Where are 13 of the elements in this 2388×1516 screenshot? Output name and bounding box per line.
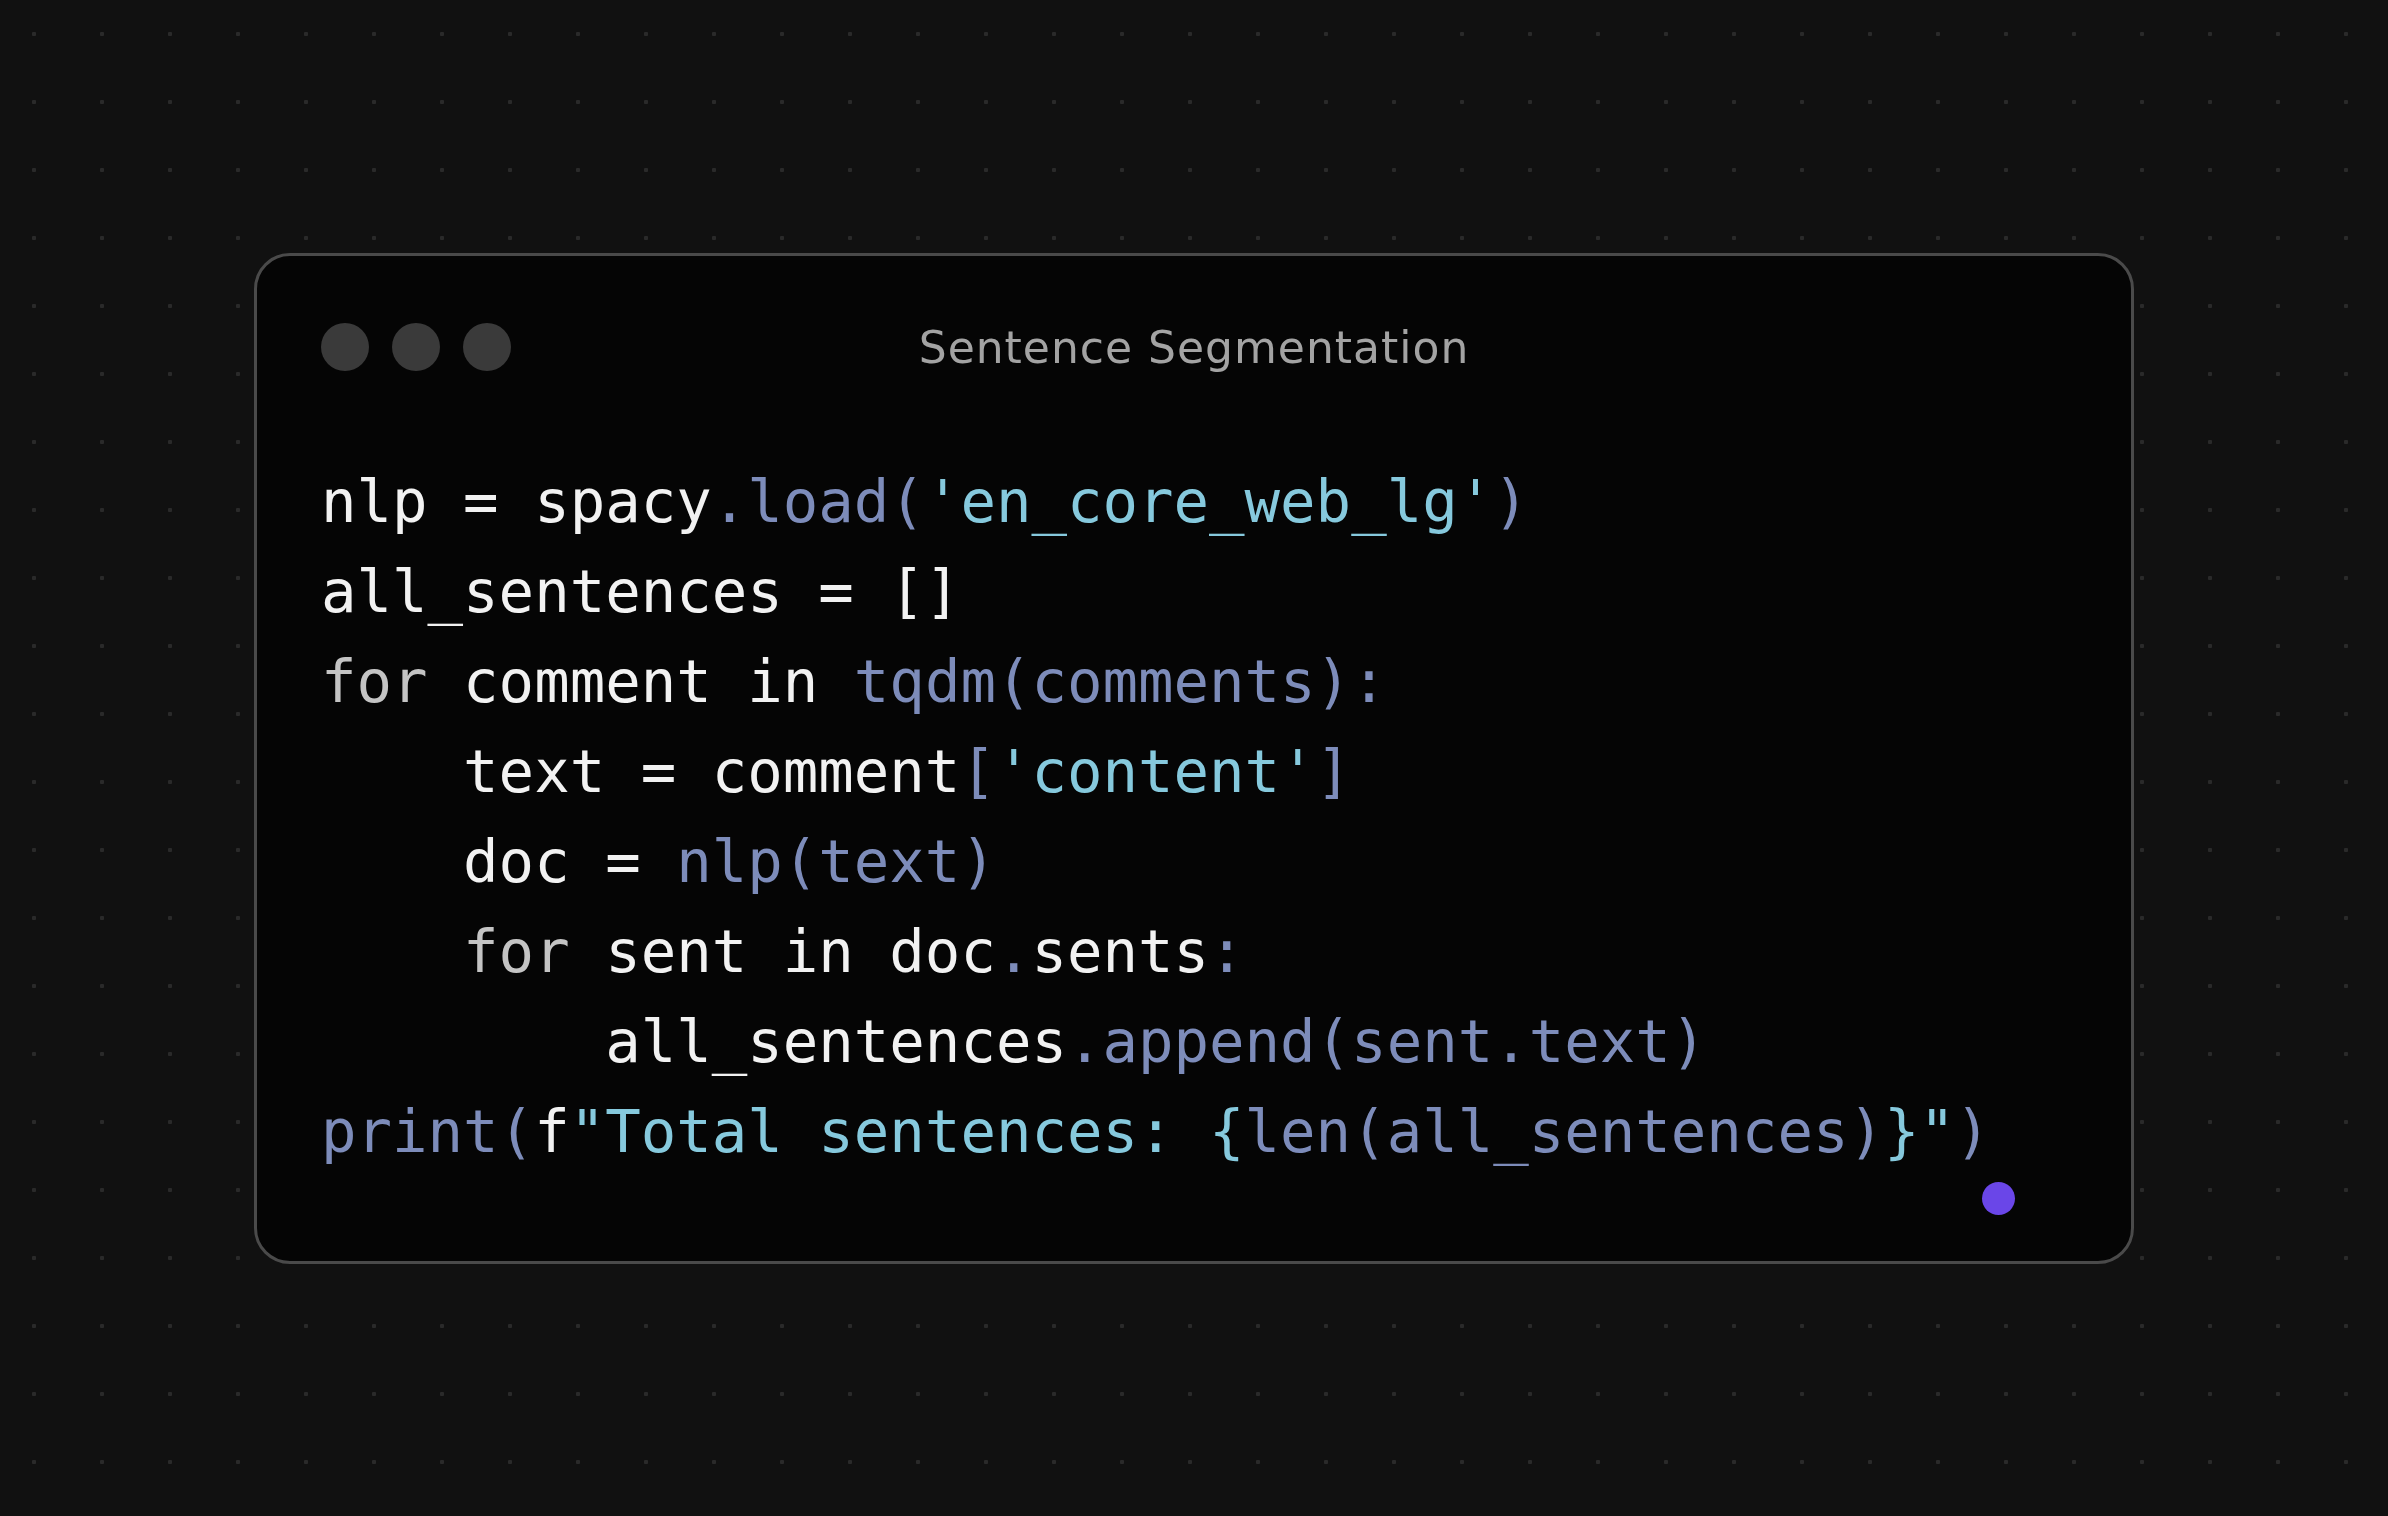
code-line: for sent in doc.sents: <box>462 915 1245 988</box>
code-line: all_sentences = [] <box>321 555 961 628</box>
code-line: doc = nlp(text) <box>462 825 996 898</box>
code-line: for comment in tqdm(comments): <box>321 645 1387 718</box>
window-title: Sentence Segmentation <box>918 321 1470 373</box>
code-line: text = comment['content'] <box>462 735 1352 808</box>
code-line: all_sentences.append(sent.text) <box>604 1005 1707 1078</box>
window-dot <box>463 323 511 371</box>
window-dot <box>321 323 369 371</box>
window-dot <box>392 323 440 371</box>
accent-dot <box>1982 1181 2015 1215</box>
code-line: nlp = spacy.load('en_core_web_lg') <box>321 465 1529 538</box>
code-line: print(f"Total sentences: {len(all_sentences)}") <box>321 1095 1991 1168</box>
